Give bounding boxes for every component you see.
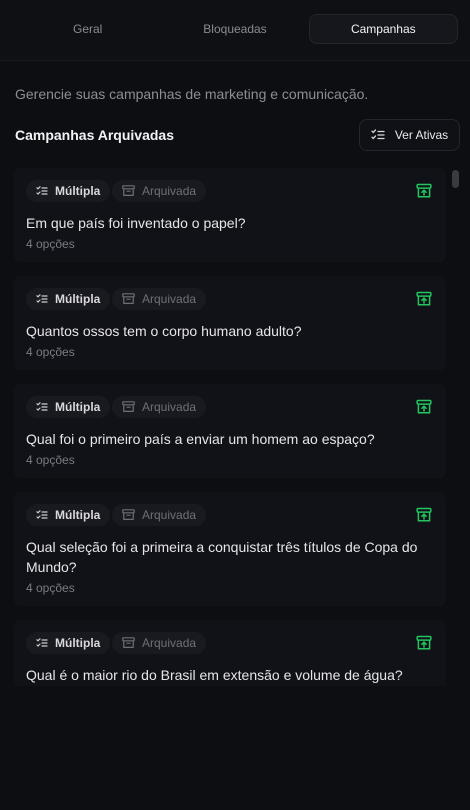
campaign-options-count: 4 opções [26, 345, 75, 359]
status-badge: Arquivada [112, 632, 207, 654]
campaign-card: Múltipla Arquivada Qual é o maior rio do… [14, 620, 446, 686]
type-badge: Múltipla [26, 504, 111, 526]
list-check-icon [36, 186, 48, 196]
tabs-bar: Geral Bloqueadas Campanhas [0, 0, 470, 61]
status-badge-label: Arquivada [142, 292, 197, 306]
type-badge-label: Múltipla [55, 292, 101, 306]
archive-icon [122, 293, 135, 305]
campaign-question: Qual é o maior rio do Brasil em extensão… [26, 667, 403, 683]
status-badge: Arquivada [112, 504, 207, 526]
campaign-card: Múltipla Arquivada Quantos ossos tem o c… [14, 276, 446, 370]
type-badge-label: Múltipla [55, 636, 101, 650]
scrollbar-thumb[interactable] [452, 170, 459, 188]
list-check-icon [36, 402, 48, 412]
campaign-options-count: 4 opções [26, 453, 75, 467]
campaign-card: Múltipla Arquivada Qual foi o primeiro p… [14, 384, 446, 478]
section-title: Campanhas Arquivadas [15, 127, 174, 143]
unarchive-icon [416, 183, 432, 198]
archive-icon [122, 509, 135, 521]
unarchive-icon [416, 291, 432, 306]
type-badge-label: Múltipla [55, 508, 101, 522]
unarchive-icon [416, 507, 432, 522]
unarchive-button[interactable] [416, 291, 432, 307]
campaign-question: Em que país foi inventado o papel? [26, 215, 246, 231]
campaign-question: Qual foi o primeiro país a enviar um hom… [26, 431, 375, 447]
status-badge-label: Arquivada [142, 636, 197, 650]
status-badge-label: Arquivada [142, 400, 197, 414]
type-badge: Múltipla [26, 632, 111, 654]
tab-bloqueadas[interactable]: Bloqueadas [161, 14, 308, 44]
unarchive-button[interactable] [416, 183, 432, 199]
ver-ativas-label: Ver Ativas [394, 128, 449, 142]
list-check-icon [36, 294, 48, 304]
type-badge: Múltipla [26, 288, 111, 310]
status-badge: Arquivada [112, 180, 207, 202]
campaign-list[interactable]: Múltipla Arquivada Em que país foi inven… [14, 168, 446, 686]
unarchive-icon [416, 635, 432, 650]
list-check-icon [36, 510, 48, 520]
unarchive-button[interactable] [416, 507, 432, 523]
list-check-icon [371, 129, 385, 141]
ver-ativas-button[interactable]: Ver Ativas [359, 119, 460, 151]
list-check-icon [36, 638, 48, 648]
campaign-question: Qual seleção foi a primeira a conquistar… [26, 539, 418, 575]
tab-list: Geral Bloqueadas Campanhas [14, 14, 458, 44]
unarchive-button[interactable] [416, 635, 432, 651]
campaign-card: Múltipla Arquivada Qual seleção foi a pr… [14, 492, 446, 606]
type-badge-label: Múltipla [55, 184, 101, 198]
type-badge: Múltipla [26, 396, 111, 418]
archive-icon [122, 637, 135, 649]
campaign-options-count: 4 opções [26, 581, 75, 595]
archive-icon [122, 401, 135, 413]
status-badge: Arquivada [112, 288, 207, 310]
status-badge: Arquivada [112, 396, 207, 418]
type-badge: Múltipla [26, 180, 111, 202]
scrollbar-track[interactable] [452, 168, 460, 686]
unarchive-button[interactable] [416, 399, 432, 415]
archive-icon [122, 185, 135, 197]
campaign-options-count: 4 opções [26, 237, 75, 251]
unarchive-icon [416, 399, 432, 414]
status-badge-label: Arquivada [142, 184, 197, 198]
type-badge-label: Múltipla [55, 400, 101, 414]
tab-campanhas[interactable]: Campanhas [308, 14, 458, 44]
status-badge-label: Arquivada [142, 508, 197, 522]
page-subtitle: Gerencie suas campanhas de marketing e c… [15, 86, 369, 102]
campaign-card: Múltipla Arquivada Em que país foi inven… [14, 168, 446, 262]
campaign-question: Quantos ossos tem o corpo humano adulto? [26, 323, 302, 339]
tab-geral[interactable]: Geral [14, 14, 161, 44]
